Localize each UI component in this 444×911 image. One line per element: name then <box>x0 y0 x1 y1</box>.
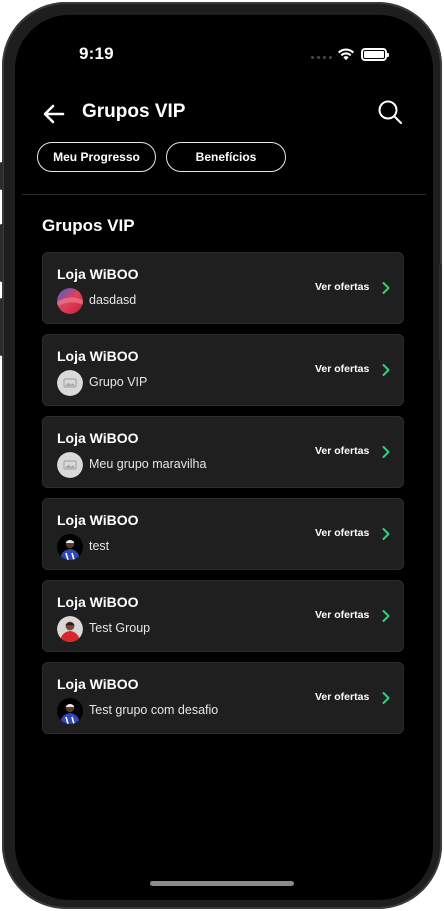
chevron-right-icon <box>382 446 390 458</box>
mute-switch <box>0 162 3 190</box>
chevron-right-icon <box>382 282 390 294</box>
image-placeholder-icon <box>57 452 83 478</box>
store-name: Loja WiBOO <box>57 594 139 610</box>
group-name: test <box>89 539 110 553</box>
store-name: Loja WiBOO <box>57 348 139 364</box>
app-header: Grupos VIP <box>15 95 433 135</box>
page-title: Grupos VIP <box>82 101 186 122</box>
battery-icon <box>361 48 389 61</box>
screen: 9:19 Grupos VIP Meu Progresso Benefícios <box>15 15 433 900</box>
search-icon[interactable] <box>376 98 404 126</box>
group-card[interactable]: Loja WiBOO dasdasd Ver ofertas <box>42 252 404 324</box>
store-name: Loja WiBOO <box>57 266 139 282</box>
group-card[interactable]: Loja WiBOO Test Group Ver ofertas <box>42 580 404 652</box>
store-name: Loja WiBOO <box>57 676 139 692</box>
player-photo-icon <box>57 698 83 724</box>
ver-ofertas-link[interactable]: Ver ofertas <box>315 691 369 703</box>
group-name: dasdasd <box>89 293 137 307</box>
power-button <box>439 264 442 360</box>
chevron-right-icon <box>382 528 390 540</box>
status-bar: 9:19 <box>15 15 433 75</box>
ver-ofertas-link[interactable]: Ver ofertas <box>315 281 369 293</box>
gradient-avatar-icon <box>57 288 83 314</box>
ver-ofertas-link[interactable]: Ver ofertas <box>315 363 369 375</box>
group-name: Meu grupo maravilha <box>89 457 207 471</box>
wifi-icon <box>337 48 355 61</box>
chevron-right-icon <box>382 692 390 704</box>
chevron-right-icon <box>382 610 390 622</box>
group-card[interactable]: Loja WiBOO Test grupo com desafio Ver of… <box>42 662 404 734</box>
chevron-right-icon <box>382 364 390 376</box>
status-time: 9:19 <box>79 44 114 63</box>
group-name: Test Group <box>89 621 151 635</box>
tab-beneficios[interactable]: Benefícios <box>166 142 286 172</box>
group-list: Loja WiBOO dasdasd Ver ofertas Loja WiBO… <box>42 252 404 744</box>
player-red-photo-icon <box>57 616 83 642</box>
phone-frame: 9:19 Grupos VIP Meu Progresso Benefícios <box>0 2 442 909</box>
store-name: Loja WiBOO <box>57 512 139 528</box>
home-indicator[interactable] <box>150 881 294 886</box>
group-card[interactable]: Loja WiBOO Grupo VIP Ver ofertas <box>42 334 404 406</box>
player-photo-icon <box>57 534 83 560</box>
tab-meu-progresso[interactable]: Meu Progresso <box>37 142 156 172</box>
group-card[interactable]: Loja WiBOO Meu grupo maravilha Ver ofert… <box>42 416 404 488</box>
signal-icon <box>311 56 332 59</box>
ver-ofertas-link[interactable]: Ver ofertas <box>315 609 369 621</box>
volume-down-button <box>0 298 3 356</box>
ver-ofertas-link[interactable]: Ver ofertas <box>315 527 369 539</box>
image-placeholder-icon <box>57 370 83 396</box>
section-title: Grupos VIP <box>42 216 135 235</box>
store-name: Loja WiBOO <box>57 430 139 446</box>
divider <box>22 194 426 195</box>
tab-bar: Meu Progresso Benefícios <box>37 142 286 172</box>
ver-ofertas-link[interactable]: Ver ofertas <box>315 445 369 457</box>
volume-up-button <box>0 224 3 282</box>
group-name: Test grupo com desafio <box>89 703 219 717</box>
group-name: Grupo VIP <box>89 375 148 389</box>
group-card[interactable]: Loja WiBOO test Ver ofertas <box>42 498 404 570</box>
back-arrow-icon[interactable] <box>41 101 67 127</box>
